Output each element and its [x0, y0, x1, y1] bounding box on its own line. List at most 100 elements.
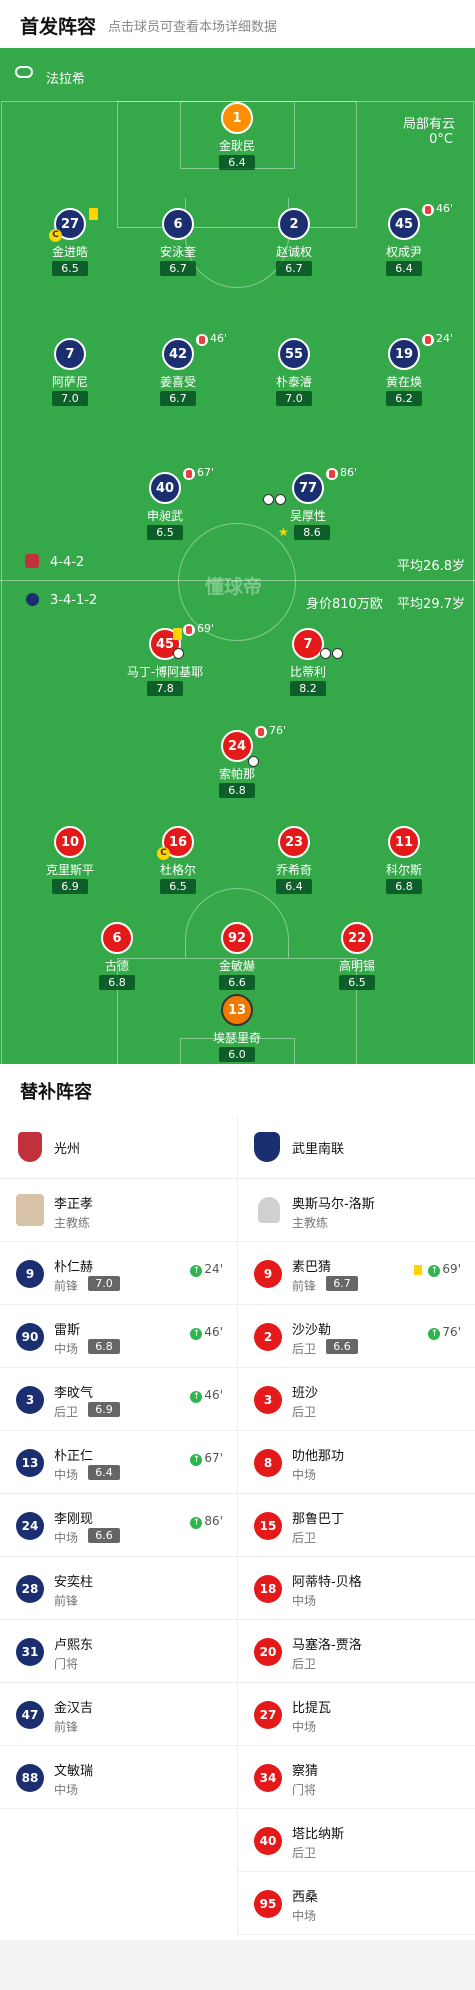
sub-in-icon: ↑ [190, 1517, 203, 1529]
sub-number: 3 [254, 1386, 282, 1414]
sub-number: 88 [16, 1764, 44, 1792]
sub-player-row[interactable]: 47 金汉吉 前锋 [0, 1683, 237, 1746]
sub-in-minute: 46' [204, 1325, 223, 1339]
sub-position: 前锋 [54, 1279, 79, 1293]
player-marker[interactable]: 42 姜喜受 6.7 46' [118, 332, 238, 408]
sub-number: 95 [254, 1890, 282, 1918]
sub-player-row[interactable]: 8 叻他那功 中场 [238, 1431, 475, 1494]
sub-number: 27 [254, 1701, 282, 1729]
sub-player-row[interactable]: 24 李刚现 中场 6.6 ↑ 86' [0, 1494, 237, 1557]
player-number: 2 [278, 208, 310, 240]
sub-player-row[interactable]: 13 朴正仁 中场 6.4 ↑ 67' [0, 1431, 237, 1494]
player-marker[interactable]: 22 高明锡 6.5 [297, 922, 417, 992]
player-marker[interactable]: 11 科尔斯 6.8 [344, 826, 464, 896]
subs-title: 替补阵容 [20, 1082, 92, 1103]
sub-player-row[interactable]: 27 比提瓦 中场 [238, 1683, 475, 1746]
sub-in-minute: 67' [204, 1451, 223, 1465]
sub-player-row[interactable]: 9 朴仁赫 前锋 7.0 ↑ 24' [0, 1242, 237, 1305]
sub-player-row[interactable]: 3 李旼气 后卫 6.9 ↑ 46' [0, 1368, 237, 1431]
away-coach-row[interactable]: 奥斯马尔-洛斯 主教练 [238, 1179, 475, 1242]
player-name: 马丁-博阿基耶 [126, 665, 204, 679]
sub-position: 中场 [54, 1342, 79, 1356]
sub-in-time: ↑ 67' [190, 1451, 223, 1466]
sub-player-row[interactable]: 3 班沙 后卫 [238, 1368, 475, 1431]
sub-player-row[interactable]: 40 塔比纳斯 后卫 [238, 1809, 475, 1872]
player-marker[interactable]: 77 吴厚性 8.6 86' ★ [248, 466, 368, 542]
sub-name: 沙沙勒 [292, 1323, 332, 1338]
player-marker[interactable]: 6 安泳奎 6.7 [118, 208, 238, 278]
sub-player-row[interactable]: 90 雷斯 中场 6.8 ↑ 46' [0, 1305, 237, 1368]
sub-player-row[interactable]: 18 阿蒂特-贝格 中场 [238, 1557, 475, 1620]
player-marker[interactable]: 19 黄在焕 6.2 24' [344, 332, 464, 408]
sub-position: 前锋 [292, 1279, 317, 1293]
player-marker[interactable]: 92 金敏爀 6.6 [177, 922, 297, 992]
player-marker[interactable]: 45 马丁-博阿基耶 7.8 69' [105, 622, 225, 698]
player-name: 索帕那 [218, 767, 255, 781]
sub-rating: 6.7 [326, 1276, 358, 1291]
player-rating: 6.9 [52, 879, 88, 894]
ball-icon [263, 494, 274, 505]
footer [0, 1940, 475, 1990]
home-team-row[interactable]: 光州 [0, 1116, 237, 1179]
player-marker[interactable]: 13 埃瑟里奇 6.0 [177, 994, 297, 1064]
player-name: 高明锡 [338, 959, 375, 973]
sub-number: 40 [254, 1827, 282, 1855]
sub-player-row[interactable]: 2 沙沙勒 后卫 6.6 ↑ 76' [238, 1305, 475, 1368]
player-rating: 6.7 [276, 261, 312, 276]
pitch: 法拉希 局部有云 0°C 懂球帝 4-4-2 平均26.8岁 3-4-1-2 身… [0, 48, 475, 1064]
player-marker[interactable]: 55 朴泰濬 7.0 [234, 338, 354, 408]
ball-icon [275, 494, 286, 505]
sub-name: 朴正仁 [54, 1449, 94, 1464]
player-number: 92 [221, 922, 253, 954]
player-name: 杜格尔 [159, 863, 196, 877]
player-rating: 7.8 [147, 681, 183, 696]
player-marker[interactable]: 7 阿萨尼 7.0 [10, 338, 130, 408]
sub-number: 13 [16, 1449, 44, 1477]
home-coach-row[interactable]: 李正孝 主教练 [0, 1179, 237, 1242]
sub-in-minute: 24' [204, 1262, 223, 1276]
player-marker[interactable]: 23 乔希奇 6.4 [234, 826, 354, 896]
sub-in-icon: ↑ [428, 1265, 441, 1277]
yellow-card-icon [173, 628, 182, 640]
away-team-row[interactable]: 武里南联 [238, 1116, 475, 1179]
away-value: 身价810万欧 [306, 597, 383, 612]
sub-player-row[interactable]: 20 马塞洛-贾洛 后卫 [238, 1620, 475, 1683]
player-rating: 6.6 [219, 975, 255, 990]
sub-player-row[interactable]: 31 卢熙东 门将 [0, 1620, 237, 1683]
sub-number: 18 [254, 1575, 282, 1603]
sub-in-minute: 86' [204, 1514, 223, 1528]
player-number: 13 [221, 994, 253, 1026]
sub-player-row[interactable]: 34 察猜 门将 [238, 1746, 475, 1809]
sub-player-row[interactable]: 9 素巴猜 前锋 6.7 ↑ 69' [238, 1242, 475, 1305]
home-formation: 4-4-2 [50, 555, 85, 570]
sub-player-row[interactable]: 15 那鲁巴丁 后卫 [238, 1494, 475, 1557]
player-marker[interactable]: 45 权成尹 6.4 46' [344, 202, 464, 278]
player-marker[interactable]: 2 赵诚权 6.7 [234, 208, 354, 278]
player-number: 7 [54, 338, 86, 370]
player-rating: 6.2 [386, 391, 422, 406]
player-marker[interactable]: 10 克里斯平 6.9 [10, 826, 130, 896]
sub-number: 24 [16, 1512, 44, 1540]
sub-player-row[interactable]: 88 文敏瑞 中场 [0, 1746, 237, 1809]
sub-out-icon [183, 624, 195, 636]
player-rating: 6.8 [219, 783, 255, 798]
player-name: 阿萨尼 [51, 375, 88, 389]
player-marker[interactable]: 7 比蒂利 8.2 [248, 628, 368, 698]
sub-rating: 6.6 [88, 1528, 120, 1543]
sub-out-icon [422, 204, 434, 216]
sub-number: 20 [254, 1638, 282, 1666]
player-marker[interactable]: 1 金耿民 6.4 [177, 102, 297, 172]
player-marker[interactable]: 24 索帕那 6.8 76' [177, 724, 297, 800]
sub-out-icon [326, 468, 338, 480]
player-name: 安泳奎 [159, 245, 196, 259]
away-avg-age: 平均29.7岁 [397, 597, 465, 612]
player-marker[interactable]: 6 古德 6.8 [57, 922, 177, 992]
player-marker[interactable]: 40 申昶武 6.5 67' [105, 466, 225, 542]
sub-player-row[interactable]: 28 安奕柱 前锋 [0, 1557, 237, 1620]
player-marker[interactable]: 27 金进晧 6.5 C [10, 208, 130, 278]
sub-position: 中场 [54, 1783, 79, 1797]
player-marker[interactable]: 16 杜格尔 6.5 C [118, 826, 238, 896]
player-rating: 6.5 [339, 975, 375, 990]
sub-player-row[interactable]: 95 西桑 中场 [238, 1872, 475, 1935]
player-number: 22 [341, 922, 373, 954]
